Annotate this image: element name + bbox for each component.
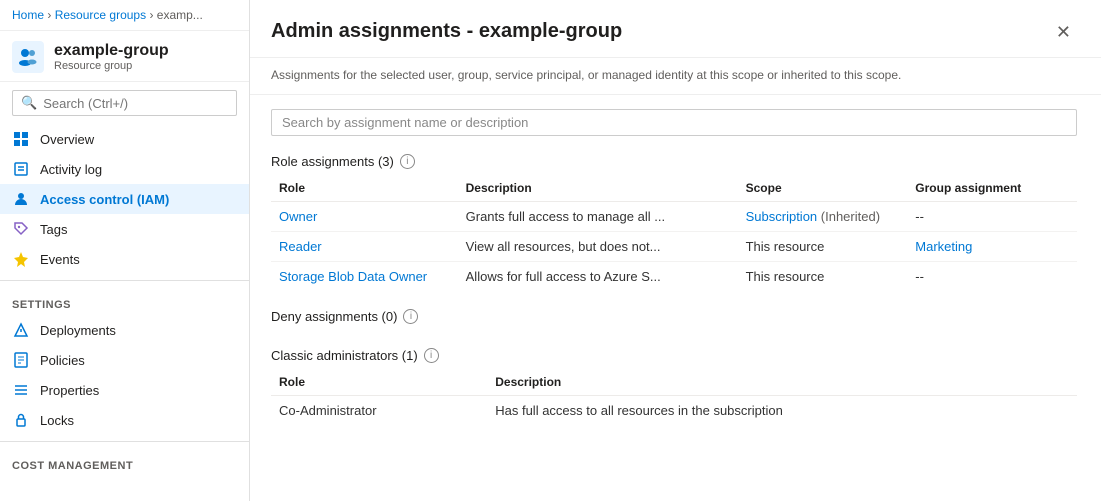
role-reader-link[interactable]: Reader bbox=[279, 239, 322, 254]
properties-label: Properties bbox=[40, 383, 99, 398]
sidebar-item-properties[interactable]: Properties bbox=[0, 375, 249, 405]
breadcrumb-current: examp... bbox=[157, 8, 203, 22]
role-owner-link[interactable]: Owner bbox=[279, 209, 317, 224]
deny-assignments-label: Deny assignments (0) bbox=[271, 309, 397, 324]
sidebar-item-deployments[interactable]: Deployments bbox=[0, 315, 249, 345]
role-reader-scope: This resource bbox=[738, 232, 908, 262]
main-area: Admin assignments - example-group ✕ Assi… bbox=[250, 0, 1101, 501]
classic-col-description: Description bbox=[487, 369, 1077, 396]
deny-assignments-info-icon[interactable]: i bbox=[403, 309, 418, 324]
panel-search-placeholder: Search by assignment name or description bbox=[282, 115, 528, 130]
classic-admin-header: Classic administrators (1) i bbox=[250, 338, 1101, 369]
panel-header: Admin assignments - example-group ✕ bbox=[250, 0, 1101, 58]
search-input[interactable] bbox=[43, 96, 228, 111]
classic-admin-table: Role Description Co-Administrator Has fu… bbox=[271, 369, 1077, 425]
role-reader-desc: View all resources, but does not... bbox=[458, 232, 738, 262]
role-storage-group: -- bbox=[907, 262, 1077, 292]
resource-name: example-group bbox=[54, 42, 169, 60]
classic-admin-info-icon[interactable]: i bbox=[424, 348, 439, 363]
sidebar-item-locks[interactable]: Locks bbox=[0, 405, 249, 435]
tags-label: Tags bbox=[40, 222, 67, 237]
classic-col-role: Role bbox=[271, 369, 487, 396]
sidebar-item-events[interactable]: Events bbox=[0, 244, 249, 274]
close-button[interactable]: ✕ bbox=[1050, 20, 1077, 45]
sidebar: Home › Resource groups › examp... exampl… bbox=[0, 0, 250, 501]
events-icon bbox=[12, 251, 30, 267]
role-assignments-info-icon[interactable]: i bbox=[400, 154, 415, 169]
locks-label: Locks bbox=[40, 413, 74, 428]
role-assignments-header: Role assignments (3) i bbox=[250, 144, 1101, 175]
policies-icon bbox=[12, 352, 30, 368]
col-role: Role bbox=[271, 175, 458, 202]
role-owner-scope: Subscription (Inherited) bbox=[738, 202, 908, 232]
breadcrumb-home[interactable]: Home bbox=[12, 8, 44, 22]
activity-log-label: Activity log bbox=[40, 162, 102, 177]
table-header-row: Role Description Scope Group assignment bbox=[271, 175, 1077, 202]
table-row: Co-Administrator Has full access to all … bbox=[271, 396, 1077, 426]
sidebar-item-tags[interactable]: Tags bbox=[0, 214, 249, 244]
classic-role: Co-Administrator bbox=[271, 396, 487, 426]
overview-label: Overview bbox=[40, 132, 94, 147]
search-icon: 🔍 bbox=[21, 95, 37, 111]
role-owner-desc: Grants full access to manage all ... bbox=[458, 202, 738, 232]
properties-icon bbox=[12, 382, 30, 398]
resource-header: example-group Resource group bbox=[0, 31, 249, 82]
role-assignments-table: Role Description Scope Group assignment … bbox=[271, 175, 1077, 291]
locks-icon bbox=[12, 412, 30, 428]
sidebar-item-access-control[interactable]: Access control (IAM) bbox=[0, 184, 249, 214]
scope-suffix: (Inherited) bbox=[821, 209, 880, 224]
breadcrumb: Home › Resource groups › examp... bbox=[0, 0, 249, 31]
search-box[interactable]: 🔍 bbox=[12, 90, 237, 116]
sidebar-item-activity-log[interactable]: Activity log bbox=[0, 154, 249, 184]
subscription-link[interactable]: Subscription bbox=[746, 209, 818, 224]
panel-search-box[interactable]: Search by assignment name or description bbox=[271, 109, 1077, 136]
events-label: Events bbox=[40, 252, 80, 267]
marketing-group-link[interactable]: Marketing bbox=[915, 239, 972, 254]
overview-icon bbox=[12, 131, 30, 147]
access-control-icon bbox=[12, 191, 30, 207]
role-assignments-label: Role assignments (3) bbox=[271, 154, 394, 169]
sidebar-item-overview[interactable]: Overview bbox=[0, 124, 249, 154]
policies-label: Policies bbox=[40, 353, 85, 368]
resource-info: example-group Resource group bbox=[54, 42, 169, 72]
settings-section-title: Settings bbox=[0, 287, 249, 315]
classic-header-row: Role Description bbox=[271, 369, 1077, 396]
breadcrumb-rg[interactable]: Resource groups bbox=[55, 8, 146, 22]
panel-description: Assignments for the selected user, group… bbox=[250, 58, 1101, 95]
table-row: Owner Grants full access to manage all .… bbox=[271, 202, 1077, 232]
activity-log-icon bbox=[12, 161, 30, 177]
panel-title: Admin assignments - example-group bbox=[271, 20, 622, 43]
col-scope: Scope bbox=[738, 175, 908, 202]
resource-type: Resource group bbox=[54, 60, 169, 72]
classic-desc: Has full access to all resources in the … bbox=[487, 396, 1077, 426]
classic-admin-label: Classic administrators (1) bbox=[271, 348, 418, 363]
role-storage-scope: This resource bbox=[738, 262, 908, 292]
resource-group-icon bbox=[12, 41, 44, 73]
table-row: Storage Blob Data Owner Allows for full … bbox=[271, 262, 1077, 292]
role-storage-link[interactable]: Storage Blob Data Owner bbox=[279, 269, 427, 284]
access-control-label: Access control (IAM) bbox=[40, 192, 169, 207]
role-storage-desc: Allows for full access to Azure S... bbox=[458, 262, 738, 292]
deployments-icon bbox=[12, 322, 30, 338]
role-owner-group: -- bbox=[907, 202, 1077, 232]
deployments-label: Deployments bbox=[40, 323, 116, 338]
sidebar-item-policies[interactable]: Policies bbox=[0, 345, 249, 375]
col-description: Description bbox=[458, 175, 738, 202]
panel-overlay: Admin assignments - example-group ✕ Assi… bbox=[250, 0, 1101, 501]
tags-icon bbox=[12, 221, 30, 237]
table-row: Reader View all resources, but does not.… bbox=[271, 232, 1077, 262]
deny-assignments-header: Deny assignments (0) i bbox=[250, 299, 1101, 330]
cost-management-section-title: Cost Management bbox=[0, 448, 249, 476]
col-group: Group assignment bbox=[907, 175, 1077, 202]
